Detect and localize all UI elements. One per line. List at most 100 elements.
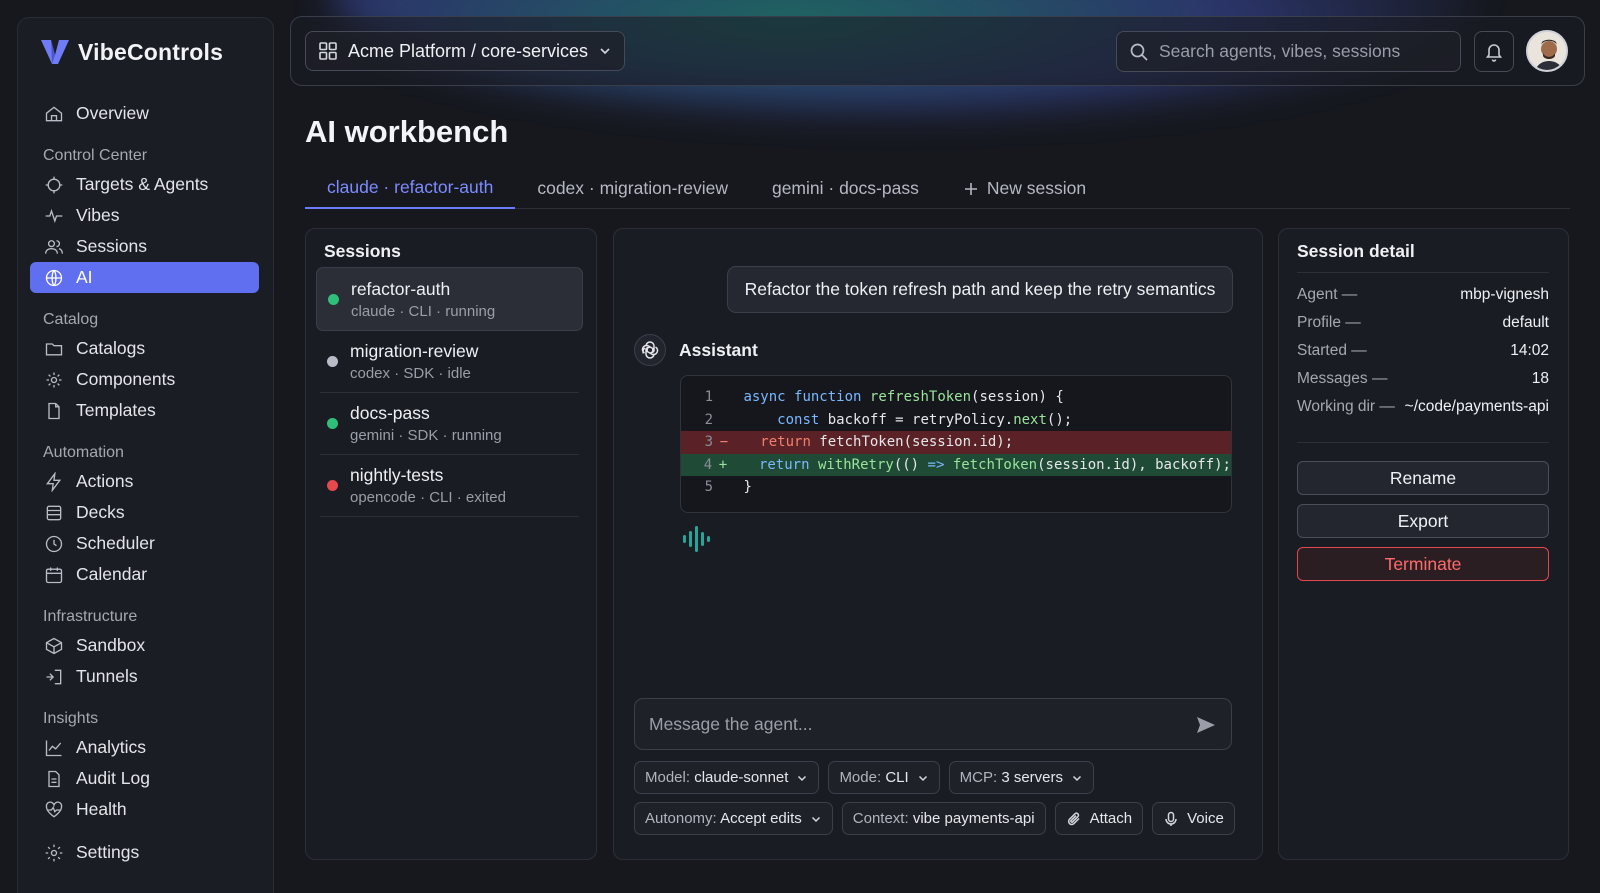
session-meta: codex · SDK · idle	[350, 364, 471, 382]
sidebar-nav: Overview Control Center Targets & Agents V…	[30, 98, 259, 868]
divider	[1297, 272, 1549, 273]
grid-icon	[319, 42, 337, 60]
session-item[interactable]: nightly-tests opencode · CLI · exited	[316, 453, 583, 517]
sidebar-item-analytics[interactable]: Analytics	[30, 732, 259, 763]
sidebar-item-actions[interactable]: Actions	[30, 466, 259, 497]
sidebar-item-vibes[interactable]: Vibes	[30, 200, 259, 231]
session-item[interactable]: refactor-auth claude · CLI · running	[316, 267, 583, 331]
detail-key: Profile —	[1297, 314, 1361, 331]
detail-row: Agent — mbp-vignesh	[1297, 286, 1549, 304]
attach-button[interactable]: Attach	[1054, 802, 1144, 835]
session-meta: gemini · SDK · running	[350, 426, 502, 444]
rename-button[interactable]: Rename	[1297, 461, 1549, 495]
detail-key: Working dir —	[1297, 398, 1395, 415]
send-icon[interactable]	[1195, 714, 1217, 736]
detail-value: default	[1502, 314, 1549, 331]
sidebar-item-sessions[interactable]: Sessions	[30, 231, 259, 262]
assistant-header: Assistant	[634, 334, 758, 366]
tab-codex-migration-review[interactable]: codex · migration-review	[515, 168, 750, 209]
session-item[interactable]: migration-review codex · SDK · idle	[316, 329, 583, 393]
sidebar-item-audit-log[interactable]: Audit Log	[30, 763, 259, 794]
session-item[interactable]: docs-pass gemini · SDK · running	[316, 391, 583, 455]
session-tabs: claude · refactor-auth codex · migration…	[305, 168, 1570, 209]
chip-autonomy-select[interactable]: Autonomy: Accept edits	[634, 802, 833, 835]
avatar[interactable]	[1526, 30, 1568, 72]
sidebar-item-label: Components	[76, 369, 176, 389]
logo-icon	[41, 40, 69, 64]
tab-claude-refactor-auth[interactable]: claude · refactor-auth	[305, 168, 516, 209]
sidebar-section-title: Control Center	[43, 147, 148, 164]
sidebar-item-settings[interactable]: Settings	[30, 837, 259, 868]
plus-icon	[964, 182, 977, 195]
sessions-panel: Sessions refactor-auth claude · CLI · run…	[305, 228, 597, 860]
sidebar-item-label: Actions	[76, 471, 134, 491]
chips-row-config: Model: claude-sonnet Mode: CLI MCP: 3 serv…	[634, 761, 1095, 794]
workspace-switcher[interactable]: Acme Platform / core-services	[305, 31, 625, 71]
export-button[interactable]: Export	[1297, 504, 1549, 538]
chat-panel: Refactor the token refresh path and keep…	[613, 228, 1263, 860]
sidebar-item-label: Health	[76, 799, 127, 819]
sidebar-item-scheduler[interactable]: Scheduler	[30, 528, 259, 559]
sidebar-item-health[interactable]: Health	[30, 794, 259, 825]
message-placeholder: Message the agent...	[649, 713, 813, 734]
detail-row: Profile — default	[1297, 314, 1549, 332]
sidebar-item-templates[interactable]: Templates	[30, 395, 259, 426]
sidebar-item-components[interactable]: Components	[30, 364, 259, 395]
notifications-button[interactable]	[1474, 31, 1514, 72]
top-bar: Acme Platform / core-services Search age…	[290, 16, 1585, 86]
status-dot	[327, 355, 338, 367]
chip-mode-select[interactable]: Mode: CLI	[828, 761, 940, 794]
home-icon	[45, 105, 63, 121]
openai-knot-icon	[641, 341, 659, 359]
code-diff-block: 1 async function refreshToken (session) {…	[680, 375, 1232, 513]
terminate-button[interactable]: Terminate	[1297, 547, 1549, 581]
chart-line-icon	[45, 740, 62, 756]
sidebar-item-targets-agents[interactable]: Targets & Agents	[30, 169, 259, 200]
code-line: 5 }	[704, 479, 752, 496]
session-detail-title: Session detail	[1297, 241, 1415, 261]
sidebar-section-title: Catalog	[43, 311, 99, 328]
code-line: 1 async function refreshToken (session) {	[704, 389, 1064, 406]
chip-model-select[interactable]: Model: claude-sonnet	[634, 761, 820, 794]
sidebar-item-catalogs[interactable]: Catalogs	[30, 333, 259, 364]
app-name: VibeControls	[78, 38, 224, 65]
session-name: docs-pass	[350, 402, 430, 423]
calendar-icon	[45, 567, 63, 583]
chip-mcp-select[interactable]: MCP: 3 servers	[948, 761, 1095, 794]
sidebar-item-sandbox[interactable]: Sandbox	[30, 630, 259, 661]
folder-icon	[45, 342, 63, 355]
sidebar-item-label: Tunnels	[76, 666, 138, 686]
app-logo[interactable]: VibeControls	[40, 38, 223, 66]
search-input[interactable]: Search agents, vibes, sessions	[1116, 31, 1461, 72]
session-meta: claude · CLI · running	[351, 302, 496, 320]
chip-context-select[interactable]: Context: vibe payments-api	[841, 802, 1046, 835]
sidebar-item-tunnels[interactable]: Tunnels	[30, 661, 259, 692]
sidebar-item-label: Templates	[76, 400, 156, 420]
sidebar-item-label: Targets & Agents	[76, 174, 209, 194]
workspace-label: Acme Platform / core-services	[348, 40, 589, 61]
tab-gemini-docs-pass[interactable]: gemini · docs-pass	[750, 168, 941, 209]
session-name: nightly-tests	[350, 464, 444, 485]
sidebar-item-label: Calendar	[76, 564, 148, 584]
new-session-button[interactable]: New session	[941, 168, 1108, 209]
user-avatar-icon	[1528, 32, 1566, 70]
detail-row: Working dir — ~/code/payments-api	[1297, 398, 1549, 416]
sidebar-item-label: Sessions	[76, 236, 148, 256]
detail-key: Messages —	[1297, 370, 1388, 387]
chevron-down-icon	[600, 48, 610, 55]
sidebar-item-ai[interactable]: AI	[30, 262, 259, 293]
voice-button[interactable]: Voice	[1152, 802, 1235, 835]
message-input[interactable]: Message the agent...	[634, 698, 1232, 750]
status-dot	[327, 479, 338, 491]
sidebar-item-label: Overview	[76, 103, 149, 123]
sidebar-item-calendar[interactable]: Calendar	[30, 559, 259, 590]
sidebar-item-decks[interactable]: Decks	[30, 497, 259, 528]
users-icon	[45, 239, 63, 254]
deck-icon	[46, 505, 62, 520]
sidebar: VibeControls Overview Control Center Targ…	[17, 17, 274, 893]
sidebar-item-overview[interactable]: Overview	[30, 98, 259, 129]
detail-row: Messages — 18	[1297, 370, 1549, 388]
sidebar-item-label: Sandbox	[76, 635, 146, 655]
code-line-added: 4 + return withRetry(() => fetchToken (ses…	[681, 453, 1231, 476]
status-dot	[328, 293, 339, 305]
